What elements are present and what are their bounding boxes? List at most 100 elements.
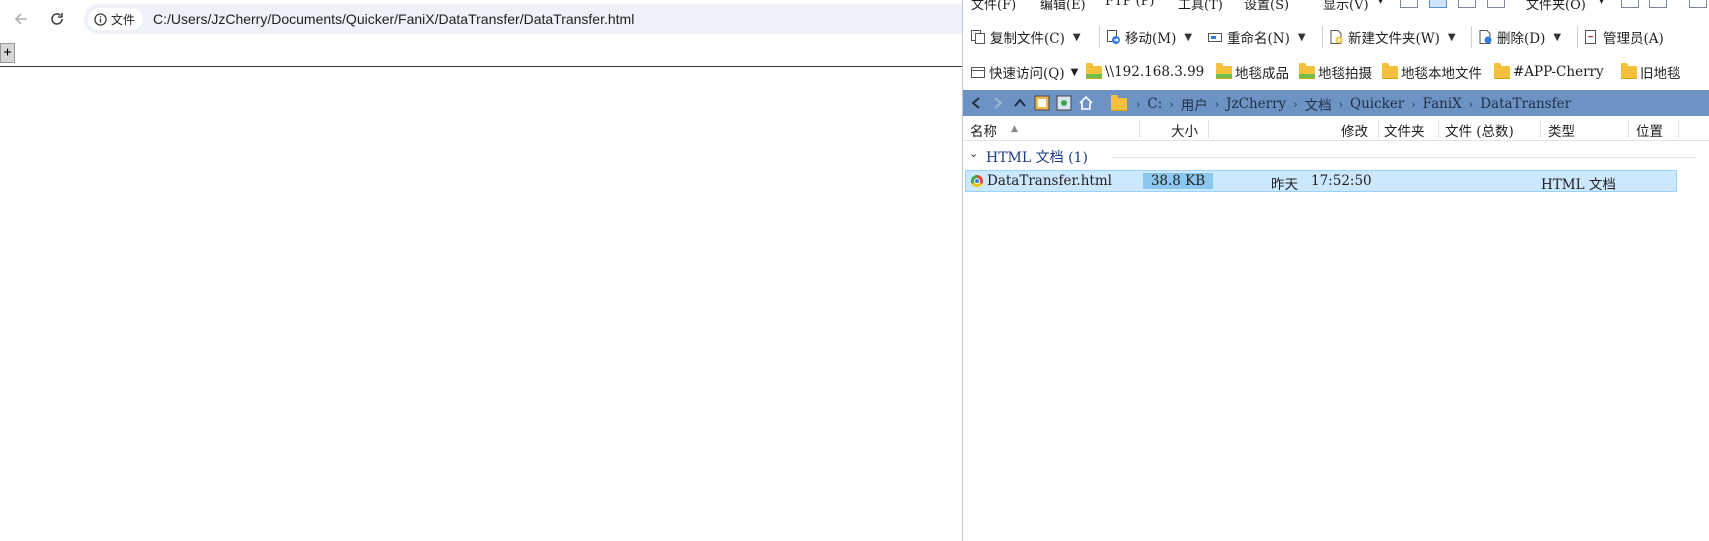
chevron-down-icon[interactable]: ▼	[1448, 32, 1456, 43]
favorite-item[interactable]: \\192.168.3.99	[1086, 61, 1204, 83]
column-type[interactable]: 类型	[1548, 120, 1575, 140]
chevron-right-icon[interactable]: ›	[1169, 98, 1173, 111]
copy-file-button[interactable]: 复制文件(C) ▼	[970, 26, 1081, 48]
delete-button[interactable]: 删除(D) ▼	[1477, 26, 1561, 48]
column-name[interactable]: 名称	[970, 120, 997, 140]
breadcrumb-item[interactable]: FaniX	[1423, 96, 1462, 112]
column-divider[interactable]	[1628, 120, 1629, 138]
folder-icon	[1494, 62, 1510, 79]
home-icon[interactable]	[1077, 93, 1095, 113]
chevron-right-icon[interactable]: ›	[1411, 98, 1415, 111]
group-label: HTML 文档 (1)	[986, 150, 1088, 166]
breadcrumb-item[interactable]: Quicker	[1350, 96, 1404, 112]
chevron-right-icon[interactable]: ›	[1469, 98, 1473, 111]
group-header[interactable]: ⌄ HTML 文档 (1)	[963, 146, 1709, 168]
chevron-down-icon[interactable]: ▼	[1071, 67, 1079, 78]
new-folder-button[interactable]: 新建文件夹(W) ▼	[1328, 26, 1456, 48]
chevron-right-icon[interactable]: ›	[1339, 98, 1343, 111]
quick-access-button[interactable]: 快速访问(Q) ▼	[970, 61, 1078, 83]
menu-file[interactable]: 文件(F)	[971, 0, 1016, 13]
quick-access-icon	[971, 67, 985, 78]
rename-button[interactable]: 重命名(N) ▼	[1207, 26, 1306, 48]
move-button[interactable]: 移动(M) ▼	[1105, 26, 1192, 48]
up-icon[interactable]	[1011, 93, 1029, 113]
menu-folder[interactable]: 文件夹(O)	[1526, 0, 1586, 13]
chevron-right-icon[interactable]: ›	[1215, 98, 1219, 111]
column-divider[interactable]	[1139, 120, 1140, 138]
favorite-label: 地毯本地文件	[1401, 66, 1482, 82]
column-files-total[interactable]: 文件 (总数)	[1445, 120, 1514, 140]
admin-button[interactable]: 管理员(A)	[1583, 26, 1664, 48]
favorite-item[interactable]: 旧地毯	[1621, 61, 1681, 83]
menu-settings[interactable]: 设置(S)	[1244, 0, 1289, 13]
thumbnail-view-icon[interactable]	[1487, 0, 1505, 8]
file-explorer-window: 文件(F) 编辑(E) FTP (P) 工具(T) 设置(S) 显示(V) ▾ …	[962, 0, 1709, 541]
details-view-icon[interactable]	[1400, 0, 1418, 8]
path-bar: › C: › 用户 › JzCherry › 文档 › Quicker › Fa…	[963, 90, 1709, 116]
file-size: 38.8 KB	[1143, 173, 1213, 189]
copy-icon	[971, 30, 985, 44]
chevron-down-icon[interactable]: ▼	[1553, 32, 1561, 43]
column-location[interactable]: 位置	[1636, 120, 1663, 140]
site-info-chip[interactable]: 文件	[88, 8, 144, 30]
column-folders[interactable]: 文件夹	[1384, 120, 1425, 140]
browser-toolbar: 文件 C:/Users/JzCherry/Documents/Quicker/F…	[0, 0, 974, 38]
back-button[interactable]	[10, 8, 32, 30]
list-view-icon[interactable]	[1429, 0, 1447, 8]
refresh-icon[interactable]	[1033, 93, 1051, 113]
breadcrumb-item[interactable]: DataTransfer	[1480, 96, 1571, 112]
menu-tools[interactable]: 工具(T)	[1178, 0, 1223, 13]
back-icon[interactable]	[967, 93, 985, 113]
group-divider	[1111, 157, 1696, 158]
breadcrumb-item[interactable]: 用户	[1181, 94, 1208, 114]
chevron-down-icon[interactable]: ▼	[1073, 32, 1081, 43]
favorite-label: 地毯成品	[1235, 66, 1289, 82]
chevron-down-icon[interactable]: ▼	[1184, 32, 1192, 43]
column-modified[interactable]: 修改	[1341, 120, 1368, 140]
column-divider[interactable]	[1540, 120, 1541, 138]
menu-bar: 文件(F) 编辑(E) FTP (P) 工具(T) 设置(S) 显示(V) ▾ …	[963, 0, 1709, 14]
favorite-item[interactable]: 地毯拍摄	[1299, 61, 1372, 83]
breadcrumb-item[interactable]: 文档	[1305, 94, 1332, 114]
pane-icon[interactable]	[1689, 0, 1707, 8]
column-divider[interactable]	[1438, 120, 1439, 138]
reload-button[interactable]	[46, 8, 68, 30]
tiles-view-icon[interactable]	[1458, 0, 1476, 8]
command-toolbar: 复制文件(C) ▼ 移动(M) ▼ 重命名(N) ▼ 新建文件夹(W) ▼ 删除…	[963, 22, 1709, 52]
file-type: HTML 文档	[1541, 177, 1616, 193]
chevron-down-icon[interactable]: ▾	[1599, 0, 1604, 7]
breadcrumb: › C: › 用户 › JzCherry › 文档 › Quicker › Fa…	[1111, 94, 1571, 114]
chevron-down-icon[interactable]: ▼	[1298, 32, 1306, 43]
view-network-icon[interactable]	[1055, 93, 1073, 113]
url-text[interactable]: C:/Users/JzCherry/Documents/Quicker/Fani…	[153, 11, 634, 27]
chevron-down-icon[interactable]: ▾	[1378, 0, 1383, 7]
address-bar[interactable]: 文件 C:/Users/JzCherry/Documents/Quicker/F…	[84, 4, 974, 34]
menu-display[interactable]: 显示(V)	[1323, 0, 1369, 13]
chip-label: 文件	[111, 12, 136, 27]
column-divider[interactable]	[1208, 120, 1209, 138]
column-divider[interactable]	[1378, 120, 1379, 138]
favorite-item[interactable]: #APP-Cherry	[1494, 61, 1604, 83]
column-header: 名称 ▲ 大小 修改 文件夹 文件 (总数) 类型 位置	[963, 118, 1709, 141]
chevron-right-icon[interactable]: ›	[1293, 98, 1297, 111]
favorite-label: 旧地毯	[1640, 66, 1681, 82]
breadcrumb-item[interactable]: JzCherry	[1226, 96, 1286, 112]
column-divider[interactable]	[1678, 120, 1679, 138]
menu-edit[interactable]: 编辑(E)	[1040, 0, 1086, 13]
chevron-right-icon[interactable]: ›	[1136, 98, 1140, 111]
sort-up-icon: ▲	[1011, 124, 1018, 134]
folder-icon	[1299, 62, 1315, 79]
favorite-item[interactable]: 地毯成品	[1216, 61, 1289, 83]
breadcrumb-item[interactable]: C:	[1147, 96, 1162, 112]
chevron-down-icon[interactable]: ⌄	[969, 147, 978, 160]
favorite-item[interactable]: 地毯本地文件	[1382, 61, 1482, 83]
forward-icon[interactable]	[989, 93, 1007, 113]
file-row[interactable]: DataTransfer.html 38.8 KB 昨天 17:52:50 HT…	[965, 170, 1677, 193]
rename-label: 重命名(N)	[1227, 31, 1290, 47]
panel-icon[interactable]	[1649, 0, 1667, 8]
menu-ftp[interactable]: FTP (P)	[1105, 0, 1154, 9]
layout-icon[interactable]	[1621, 0, 1639, 8]
folder-icon	[1382, 62, 1398, 79]
column-size[interactable]: 大小	[1171, 120, 1198, 140]
add-button[interactable]: +	[0, 43, 15, 63]
